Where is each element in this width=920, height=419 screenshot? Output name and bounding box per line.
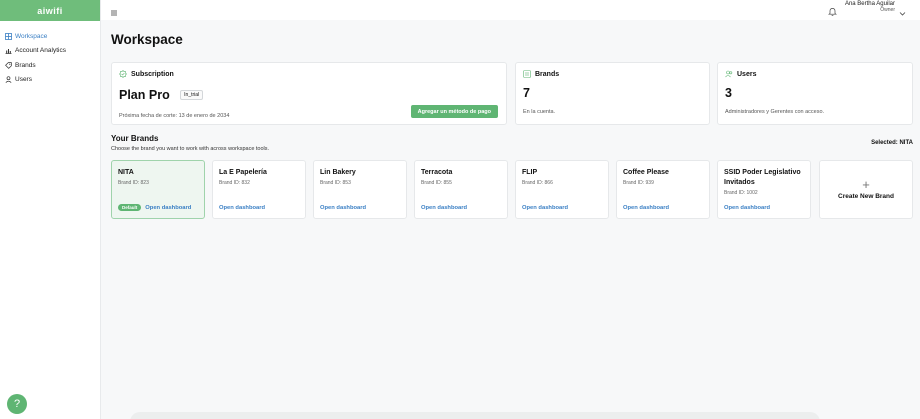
create-new-brand-card[interactable]: + Create New Brand (819, 160, 913, 219)
list-icon (523, 70, 531, 78)
brand-card-terracota[interactable]: Terracota Brand ID: 855 Open dashboard (414, 160, 508, 219)
brand-name: Coffee Please (623, 169, 669, 176)
your-brands-title: Your Brands (111, 134, 159, 143)
plus-icon: + (862, 177, 870, 192)
brand-id: Brand ID: 853 (320, 180, 351, 186)
brands-summary-card: Brands 7 En la cuenta. (515, 62, 710, 125)
brand-id: Brand ID: 832 (219, 180, 250, 186)
subscription-header: Subscription (119, 70, 499, 78)
help-button[interactable]: ? (7, 394, 27, 414)
brand-name: SSID Poder Legislativo Invitados (724, 169, 801, 186)
brand-name: NITA (118, 169, 134, 176)
plan-row: Plan Pro In_trial (119, 86, 499, 104)
create-new-brand-label: Create New Brand (838, 193, 894, 200)
sidebar-item-label: Users (15, 76, 32, 84)
brand-actions: Open dashboard (623, 205, 669, 211)
brand-actions: Open dashboard (724, 205, 770, 211)
help-icon: ? (13, 398, 21, 410)
top-bar: Ana Bertha Aguilar Owner (101, 0, 920, 20)
sidebar-nav: Workspace Account Analytics Brands Users (0, 29, 100, 87)
brand-actions: Open dashboard (320, 205, 366, 211)
user-icon (5, 76, 12, 84)
brand-id: Brand ID: 1002 (724, 190, 758, 196)
bar-chart-icon (5, 47, 12, 55)
sidebar-item-workspace[interactable]: Workspace (0, 29, 100, 44)
tags-icon (5, 62, 12, 69)
status-badge: In_trial (180, 89, 204, 100)
open-dashboard-link[interactable]: Open dashboard (320, 205, 366, 211)
subscription-heading: Subscription (131, 70, 174, 78)
open-dashboard-link[interactable]: Open dashboard (522, 205, 568, 211)
users-count: 3 (725, 86, 732, 100)
users-description: Administradores y Gerentes con acceso. (725, 109, 825, 115)
brands-summary-heading: Brands (535, 70, 560, 78)
plan-name: Plan Pro (119, 88, 170, 102)
user-role: Owner (880, 7, 895, 13)
sidebar-item-label: Brands (15, 61, 36, 69)
sidebar: aiwifi Workspace Account Analytics Brand… (0, 0, 101, 419)
open-dashboard-link[interactable]: Open dashboard (724, 205, 770, 211)
brand-actions: Open dashboard (522, 205, 568, 211)
menu-toggle-icon[interactable] (110, 4, 118, 16)
chevron-down-icon[interactable] (899, 4, 906, 16)
brand-card-lin-bakery[interactable]: Lin Bakery Brand ID: 853 Open dashboard (313, 160, 407, 219)
sidebar-item-label: Workspace (15, 32, 48, 40)
user-menu[interactable]: Ana Bertha Aguilar Owner (843, 1, 895, 13)
brands-description: En la cuenta. (523, 109, 556, 115)
bottom-panel-edge (130, 412, 820, 419)
subscription-card: Subscription Plan Pro In_trial Próxima f… (111, 62, 507, 125)
brand-name: FLIP (522, 169, 538, 176)
brand-actions: Open dashboard (219, 205, 265, 211)
sidebar-item-label: Account Analytics (15, 47, 66, 55)
brand-card-coffee-please[interactable]: Coffee Please Brand ID: 939 Open dashboa… (616, 160, 710, 219)
app-logo[interactable]: aiwifi (0, 0, 100, 21)
brand-name: La E Papelería (219, 169, 267, 176)
logo-text: aiwifi (37, 5, 63, 16)
your-brands-subtitle: Choose the brand you want to work with a… (111, 146, 270, 152)
sidebar-item-account-analytics[interactable]: Account Analytics (0, 44, 100, 59)
bell-icon[interactable] (827, 3, 838, 16)
brand-card-flip[interactable]: FLIP Brand ID: 866 Open dashboard (515, 160, 609, 219)
brands-count: 7 (523, 86, 530, 100)
sidebar-item-users[interactable]: Users (0, 73, 100, 88)
users-summary-card: Users 3 Administradores y Gerentes con a… (717, 62, 913, 125)
grid-icon (5, 32, 12, 40)
selected-brand-label: Selected: NITA (871, 140, 913, 146)
add-payment-method-button[interactable]: Agregar un método de pago (410, 105, 498, 118)
brand-card-nita[interactable]: NITA Brand ID: 823 Default Open dashboar… (111, 160, 205, 219)
brand-name: Lin Bakery (320, 169, 356, 176)
brand-id: Brand ID: 939 (623, 180, 654, 186)
default-badge: Default (118, 204, 142, 211)
brands-summary-header: Brands (523, 70, 702, 78)
sidebar-item-brands[interactable]: Brands (0, 58, 100, 73)
badge-check-icon (119, 70, 127, 78)
users-summary-heading: Users (737, 70, 757, 78)
users-summary-header: Users (725, 70, 905, 78)
page-title: Workspace (111, 32, 183, 47)
brand-actions: Default Open dashboard (118, 204, 191, 211)
open-dashboard-link[interactable]: Open dashboard (219, 205, 265, 211)
brand-id: Brand ID: 855 (421, 180, 452, 186)
open-dashboard-link[interactable]: Open dashboard (623, 205, 669, 211)
brand-actions: Open dashboard (421, 205, 467, 211)
brand-name: Terracota (421, 169, 453, 176)
brand-id: Brand ID: 866 (522, 180, 553, 186)
brand-id: Brand ID: 823 (118, 180, 149, 186)
brand-card-ssid-poder-legislativo[interactable]: SSID Poder Legislativo Invitados Brand I… (717, 160, 811, 219)
brand-card-la-e-papeleria[interactable]: La E Papelería Brand ID: 832 Open dashbo… (212, 160, 306, 219)
open-dashboard-link[interactable]: Open dashboard (145, 205, 191, 211)
open-dashboard-link[interactable]: Open dashboard (421, 205, 467, 211)
users-icon (725, 70, 733, 78)
